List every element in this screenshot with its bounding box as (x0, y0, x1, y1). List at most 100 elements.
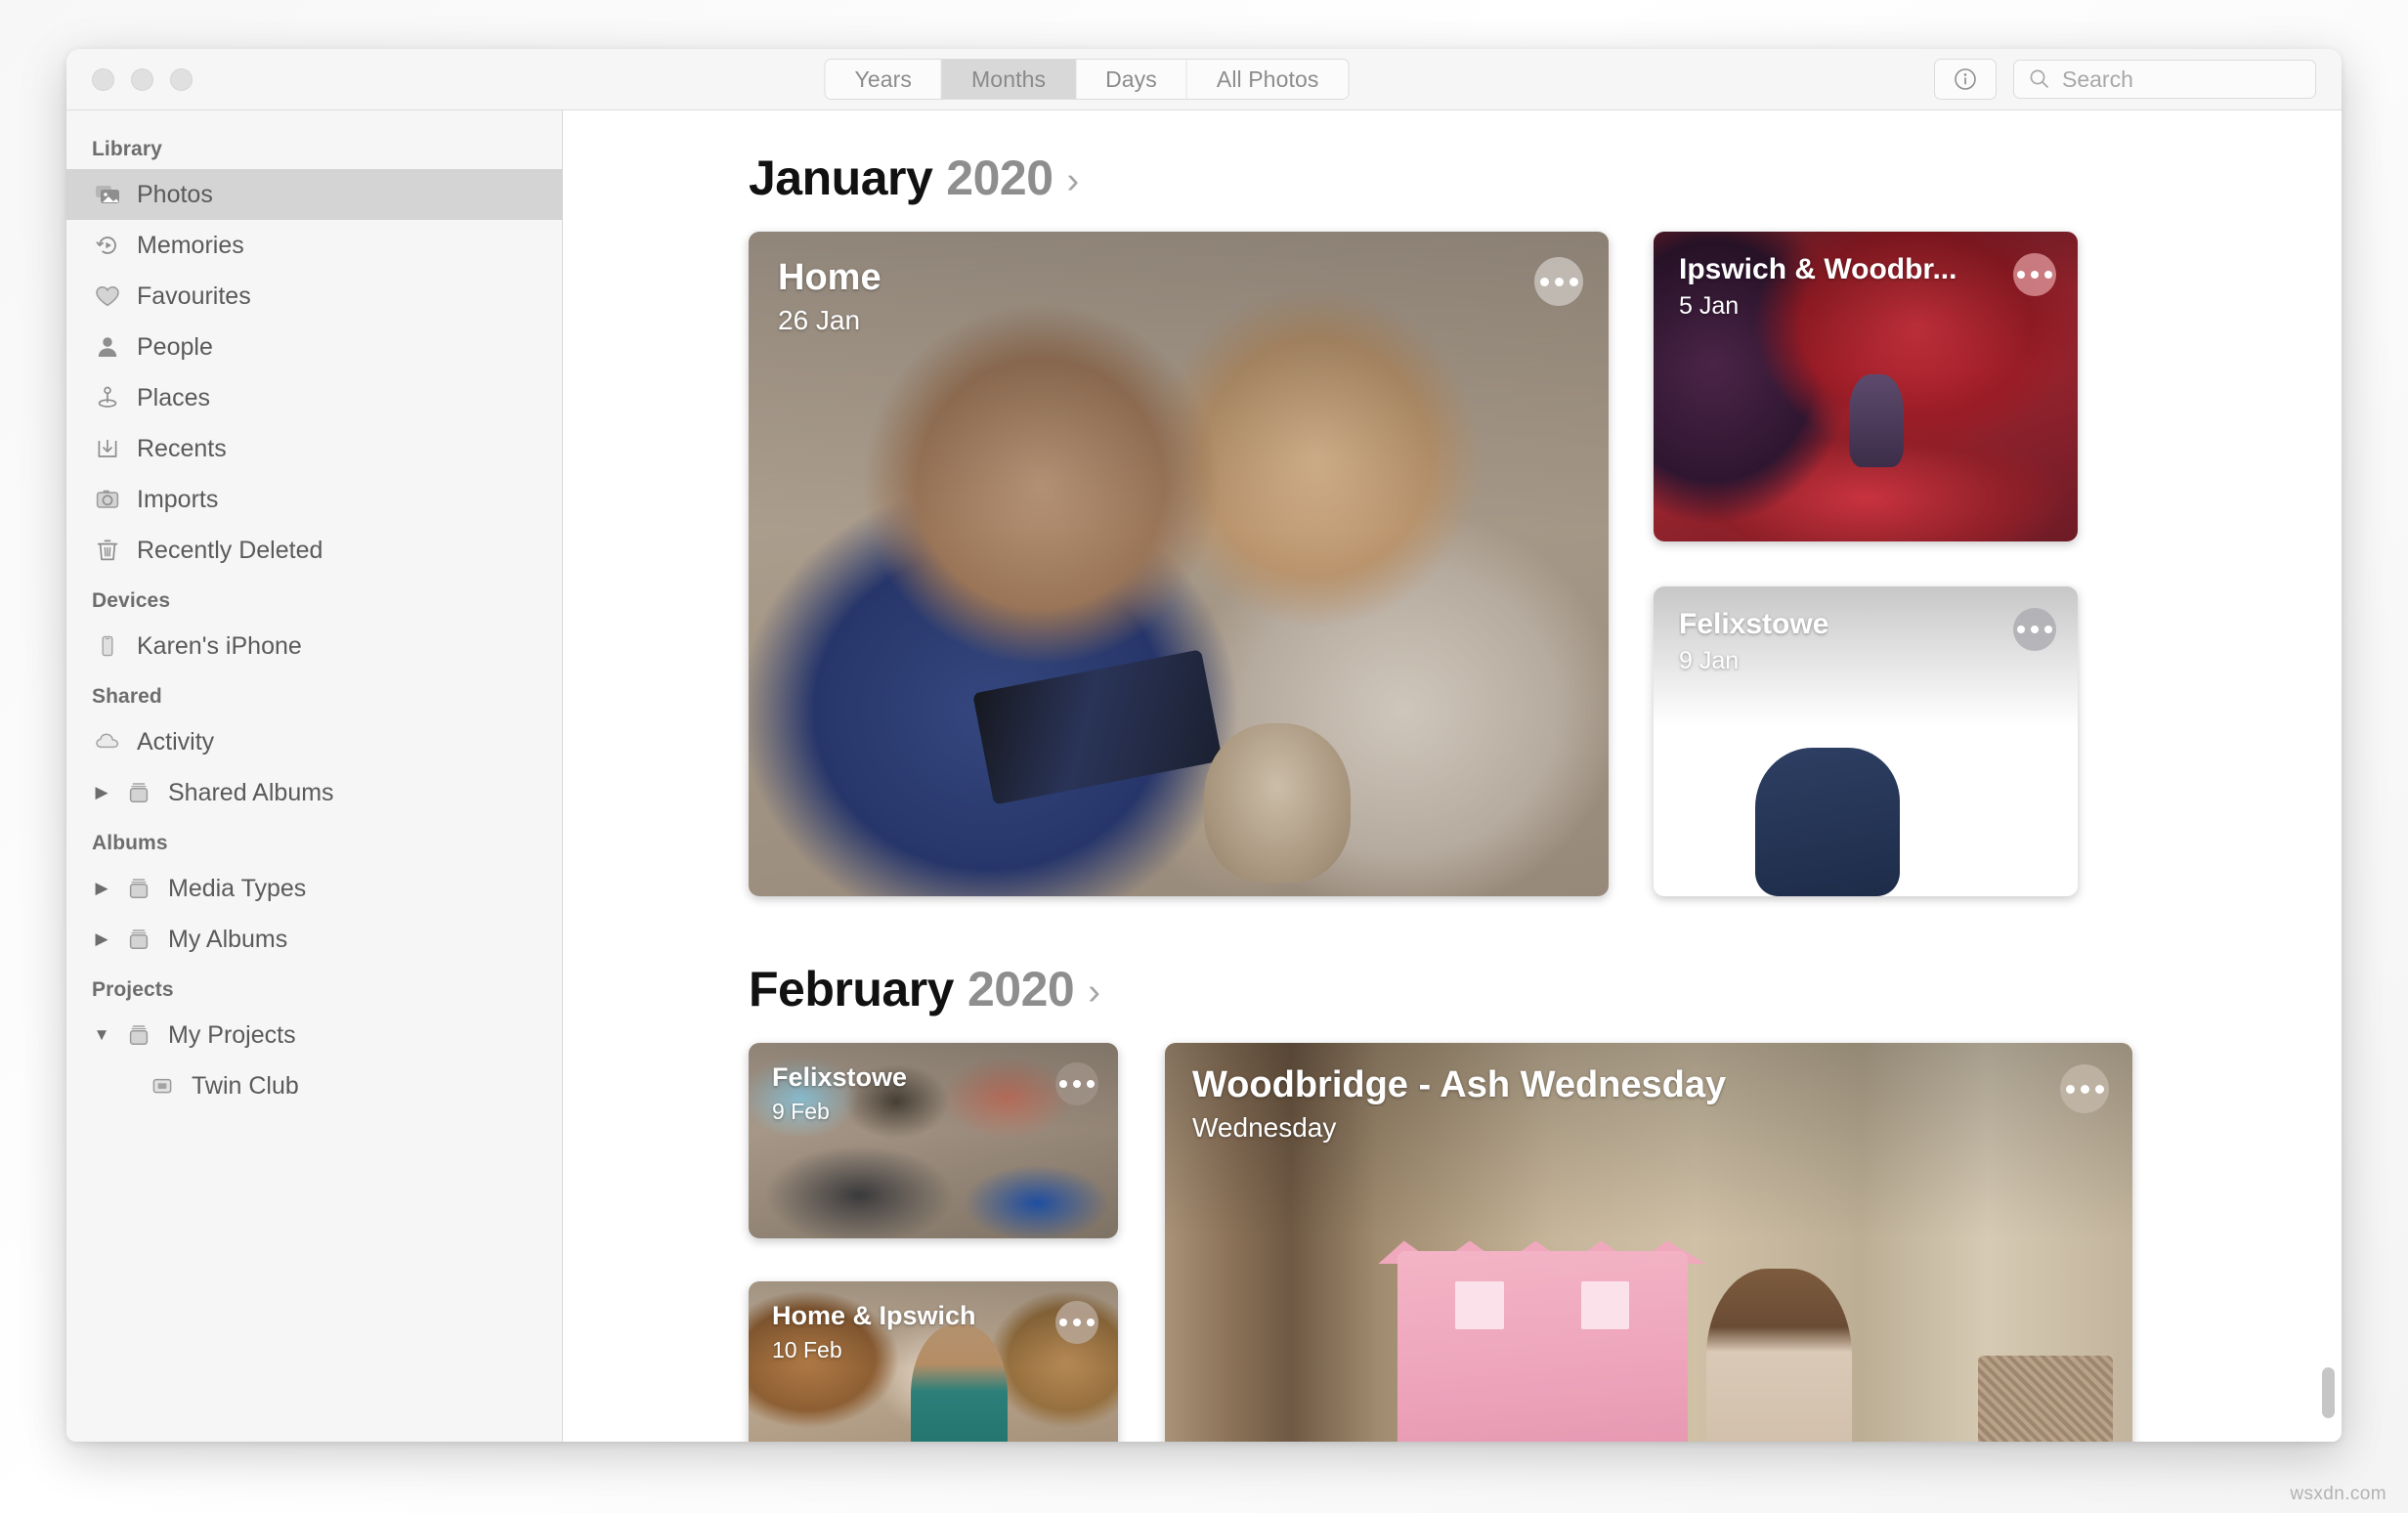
sidebar-item-label: My Projects (168, 1020, 296, 1049)
sidebar-item-label: Activity (137, 727, 215, 756)
february-left-column: Felixstowe 9 Feb Home & Ipswich 10 Feb (749, 1043, 1118, 1442)
sidebar-item-twin-club[interactable]: Twin Club (66, 1060, 562, 1111)
trash-icon (92, 535, 123, 566)
sidebar-item-memories[interactable]: Memories (66, 220, 562, 271)
chevron-right-icon[interactable]: ▶ (92, 929, 111, 949)
sidebar-section-devices: Devices (92, 589, 171, 612)
sidebar-section-albums: Albums (92, 832, 168, 854)
photo-card-home[interactable]: Home 26 Jan (749, 232, 1609, 896)
card-subtitle: 26 Jan (778, 305, 861, 335)
more-options-icon[interactable] (2013, 253, 2056, 296)
more-options-icon[interactable] (1055, 1062, 1098, 1105)
sidebar-item-my-projects[interactable]: ▼ My Projects (66, 1010, 562, 1060)
tab-all-photos[interactable]: All Photos (1186, 60, 1349, 99)
photos-app-window: Years Months Days All Photos Search Libr… (66, 49, 2342, 1442)
photo-card-home-ipswich[interactable]: Home & Ipswich 10 Feb (749, 1281, 1118, 1442)
chevron-right-icon[interactable]: › (1067, 162, 1080, 199)
photo-card-felixstowe-jan[interactable]: Felixstowe 9 Jan (1654, 586, 2078, 896)
sidebar-item-label: Imports (137, 485, 219, 513)
folder-icon (123, 924, 154, 955)
chevron-down-icon[interactable]: ▼ (92, 1025, 111, 1045)
month-header-january[interactable]: January 2020 › (749, 150, 2342, 206)
more-options-icon[interactable] (1534, 257, 1583, 306)
photo-card-felixstowe-feb[interactable]: Felixstowe 9 Feb (749, 1043, 1118, 1238)
search-placeholder: Search (2062, 65, 2133, 92)
chevron-right-icon[interactable]: ▶ (92, 783, 111, 802)
sidebar-item-imports[interactable]: Imports (66, 474, 562, 525)
photo-card-ipswich-woodbridge[interactable]: Ipswich & Woodbr... 5 Jan (1654, 232, 2078, 541)
sidebar-section-shared: Shared (92, 685, 162, 708)
card-subtitle: Wednesday (1192, 1112, 1337, 1143)
download-icon (92, 433, 123, 464)
more-options-icon[interactable] (2060, 1064, 2109, 1113)
view-mode-segmented-control[interactable]: Years Months Days All Photos (824, 59, 1350, 100)
dollhouse-shape (1397, 1251, 1688, 1442)
scrollbar-thumb[interactable] (2322, 1367, 2335, 1418)
sidebar-item-label: Media Types (168, 874, 307, 902)
plush-toy-shape (1204, 723, 1351, 884)
tab-years[interactable]: Years (825, 60, 943, 99)
chevron-right-icon[interactable]: ▶ (92, 879, 111, 898)
card-subtitle: 5 Jan (1679, 292, 1740, 320)
sidebar-item-label: Memories (137, 231, 244, 259)
chevron-right-icon[interactable]: › (1088, 973, 1100, 1011)
person-icon (92, 331, 123, 363)
photo-grid-content: January 2020 › Home 26 Jan Ipswich & Woo… (563, 110, 2342, 1442)
month-header-february[interactable]: February 2020 › (749, 961, 2342, 1017)
sidebar-item-label: Photos (137, 180, 213, 208)
card-titles: Woodbridge - Ash Wednesday Wednesday (1192, 1064, 1726, 1144)
card-titles: Felixstowe 9 Feb (772, 1062, 907, 1125)
sidebar-item-recently-deleted[interactable]: Recently Deleted (66, 525, 562, 576)
more-options-icon[interactable] (1055, 1301, 1098, 1344)
sidebar-item-label: Karen's iPhone (137, 631, 302, 660)
minimize-button[interactable] (131, 67, 153, 91)
sidebar-item-media-types[interactable]: ▶ Media Types (66, 863, 562, 914)
more-options-icon[interactable] (2013, 608, 2056, 651)
sidebar-item-label: Favourites (137, 281, 251, 310)
cloud-icon (92, 726, 123, 757)
tab-months[interactable]: Months (942, 60, 1077, 99)
child-shape (1755, 747, 1900, 896)
sidebar-item-label: Recently Deleted (137, 536, 323, 564)
month-year: 2020 (967, 962, 1075, 1016)
vertical-scrollbar[interactable] (2321, 120, 2337, 1432)
february-card-row: Felixstowe 9 Feb Home & Ipswich 10 Feb W… (749, 1043, 2342, 1442)
search-input[interactable]: Search (2013, 60, 2316, 99)
card-title: Woodbridge - Ash Wednesday (1192, 1064, 1727, 1105)
sidebar-item-label: My Albums (168, 925, 288, 953)
tablet-shape (971, 649, 1223, 804)
sidebar: Library Photos Memories Favourites Peopl… (66, 110, 563, 1442)
info-button[interactable] (1934, 59, 1997, 100)
zoom-button[interactable] (170, 67, 193, 91)
card-subtitle: 10 Feb (772, 1337, 842, 1362)
heart-icon (92, 281, 123, 312)
month-year: 2020 (946, 151, 1054, 205)
basket-shape (1977, 1355, 2114, 1442)
sidebar-section-library: Library (92, 138, 162, 160)
folder-icon (123, 873, 154, 904)
photos-icon (92, 179, 123, 210)
photo-card-woodbridge-ash-wednesday[interactable]: Woodbridge - Ash Wednesday Wednesday (1165, 1043, 2132, 1442)
january-right-column: Ipswich & Woodbr... 5 Jan Felixstowe 9 J… (1654, 232, 2078, 896)
sidebar-item-favourites[interactable]: Favourites (66, 271, 562, 322)
sidebar-item-label: Twin Club (192, 1071, 299, 1100)
tab-days[interactable]: Days (1076, 60, 1187, 99)
search-icon (2030, 69, 2048, 88)
traffic-light-buttons (92, 49, 193, 109)
close-button[interactable] (92, 67, 114, 91)
sidebar-item-photos[interactable]: Photos (66, 169, 562, 220)
sidebar-item-people[interactable]: People (66, 322, 562, 372)
sidebar-item-activity[interactable]: Activity (66, 716, 562, 767)
window-titlebar: Years Months Days All Photos Search (66, 49, 2342, 110)
desktop-background: Years Months Days All Photos Search Libr… (0, 0, 2408, 1513)
window-body: Library Photos Memories Favourites Peopl… (66, 110, 2342, 1442)
child-shape (1848, 373, 1905, 467)
sidebar-item-recents[interactable]: Recents (66, 423, 562, 474)
sidebar-item-karens-iphone[interactable]: Karen's iPhone (66, 621, 562, 671)
january-card-row: Home 26 Jan Ipswich & Woodbr... 5 Jan Fe… (749, 232, 2342, 896)
sidebar-item-places[interactable]: Places (66, 372, 562, 423)
sidebar-item-shared-albums[interactable]: ▶ Shared Albums (66, 767, 562, 818)
card-title: Home (778, 257, 882, 298)
card-title: Felixstowe (772, 1062, 908, 1092)
sidebar-item-my-albums[interactable]: ▶ My Albums (66, 914, 562, 965)
